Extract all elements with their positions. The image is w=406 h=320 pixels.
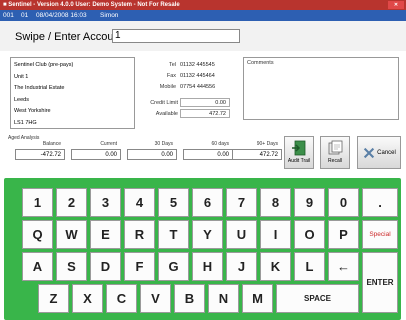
key-0[interactable]: 0: [328, 188, 359, 217]
key-q[interactable]: Q: [22, 220, 53, 249]
fax-value: 01132 445464: [180, 73, 215, 79]
key-j[interactable]: J: [226, 252, 257, 281]
account-input[interactable]: 1: [112, 29, 240, 43]
key-z[interactable]: Z: [38, 284, 69, 313]
key-2[interactable]: 2: [56, 188, 87, 217]
special-key[interactable]: Special: [362, 220, 398, 249]
key-b[interactable]: B: [174, 284, 205, 313]
key-8[interactable]: 8: [260, 188, 291, 217]
key-a[interactable]: A: [22, 252, 53, 281]
cancel-label: Cancel: [377, 149, 396, 156]
key-period[interactable]: .: [362, 188, 398, 217]
close-icon: ✕: [393, 2, 399, 8]
backspace-key[interactable]: ←: [328, 252, 359, 281]
address-line: Unit 1: [14, 73, 29, 80]
aged-column-90-days: 90+ Days 472.72: [232, 141, 282, 163]
key-7[interactable]: 7: [226, 188, 257, 217]
aged-header: Current: [100, 141, 117, 147]
credit-limit-label: Credit Limit: [150, 100, 178, 106]
key-6[interactable]: 6: [192, 188, 223, 217]
aged-header: 90+ Days: [256, 141, 278, 147]
address-box: Sentinel Club (pre-pays) Unit 1 The Indu…: [10, 57, 135, 129]
address-line: Sentinel Club (pre-pays): [14, 62, 74, 68]
key-9[interactable]: 9: [294, 188, 325, 217]
aged-value: 0.00: [183, 149, 233, 160]
aged-header: 60 days: [211, 141, 229, 147]
key-u[interactable]: U: [226, 220, 257, 249]
aged-column-balance: Balance -472.72: [15, 141, 65, 163]
title-bar: ■ Sentinel - Version 4.0.0 User: Demo Sy…: [0, 0, 406, 10]
key-3[interactable]: 3: [90, 188, 121, 217]
key-s[interactable]: S: [56, 252, 87, 281]
space-key[interactable]: SPACE: [276, 284, 359, 313]
cancel-button[interactable]: Cancel: [357, 136, 401, 169]
key-e[interactable]: E: [90, 220, 121, 249]
key-l[interactable]: L: [294, 252, 325, 281]
user-name: Simon: [100, 12, 119, 19]
key-h[interactable]: H: [192, 252, 223, 281]
key-x[interactable]: X: [72, 284, 103, 313]
recall-button[interactable]: Recall: [320, 136, 350, 169]
key-k[interactable]: K: [260, 252, 291, 281]
backspace-arrow-icon: ←: [337, 259, 350, 274]
key-5[interactable]: 5: [158, 188, 189, 217]
key-o[interactable]: O: [294, 220, 325, 249]
credit-limit-value: 0.00: [180, 98, 230, 107]
key-i[interactable]: I: [260, 220, 291, 249]
fax-label: Fax: [166, 73, 176, 79]
enter-key[interactable]: ENTER: [362, 252, 398, 313]
key-4[interactable]: 4: [124, 188, 155, 217]
mobile-label: Mobile: [159, 84, 176, 90]
recall-icon: [328, 140, 343, 155]
key-g[interactable]: G: [158, 252, 189, 281]
address-line: The Industrial Estate: [14, 85, 65, 91]
aged-column-30-days: 30 Days 0.00: [127, 141, 177, 163]
audit-trail-button[interactable]: Audit Trail: [284, 136, 314, 169]
station-number: 01: [21, 12, 29, 19]
on-screen-keyboard: 1 2 3 4 5 6 7 8 9 0 . Q W E R T Y U I O …: [4, 178, 401, 320]
aged-value: 0.00: [71, 149, 121, 160]
key-1[interactable]: 1: [22, 188, 53, 217]
available-label: Available: [155, 111, 178, 117]
key-n[interactable]: N: [208, 284, 239, 313]
key-r[interactable]: R: [124, 220, 155, 249]
key-d[interactable]: D: [90, 252, 121, 281]
mobile-value: 07754 444556: [180, 84, 216, 90]
terminal-number: 001: [3, 12, 14, 19]
swipe-label: Swipe / Enter Account: [15, 31, 123, 43]
account-entry-bar: Swipe / Enter Account 1: [0, 21, 406, 51]
audit-trail-icon: [292, 140, 306, 156]
key-w[interactable]: W: [56, 220, 87, 249]
comments-box[interactable]: Comments: [243, 57, 399, 120]
key-c[interactable]: C: [106, 284, 137, 313]
tel-label: Tel: [168, 62, 176, 68]
key-v[interactable]: V: [140, 284, 171, 313]
address-line: Leeds: [14, 96, 29, 103]
key-t[interactable]: T: [158, 220, 189, 249]
address-line: West Yorkshire: [14, 108, 51, 114]
tel-value: 01132 445545: [180, 62, 215, 68]
close-button[interactable]: ✕: [388, 1, 404, 9]
cancel-icon: [364, 147, 375, 158]
address-line: LS1 7HG: [14, 119, 37, 126]
available-value: 472.72: [180, 109, 230, 118]
aged-value: 472.72: [232, 149, 282, 160]
key-y[interactable]: Y: [192, 220, 223, 249]
aged-column-60-days: 60 days 0.00: [183, 141, 233, 163]
recall-label: Recall: [328, 158, 342, 164]
audit-trail-label: Audit Trail: [287, 158, 311, 164]
date-time: 08/04/2008 16:03: [36, 12, 87, 19]
aged-header: 30 Days: [154, 141, 173, 147]
aged-column-current: Current 0.00: [71, 141, 121, 163]
key-f[interactable]: F: [124, 252, 155, 281]
aged-value: 0.00: [127, 149, 177, 160]
status-bar: 001 01 08/04/2008 16:03 Simon: [0, 10, 406, 21]
app-title: ■ Sentinel - Version 4.0.0 User: Demo Sy…: [3, 2, 180, 8]
key-p[interactable]: P: [328, 220, 359, 249]
comments-label: Comments: [247, 60, 274, 66]
aged-header: Balance: [42, 141, 61, 147]
aged-value: -472.72: [15, 149, 65, 160]
key-m[interactable]: M: [242, 284, 273, 313]
